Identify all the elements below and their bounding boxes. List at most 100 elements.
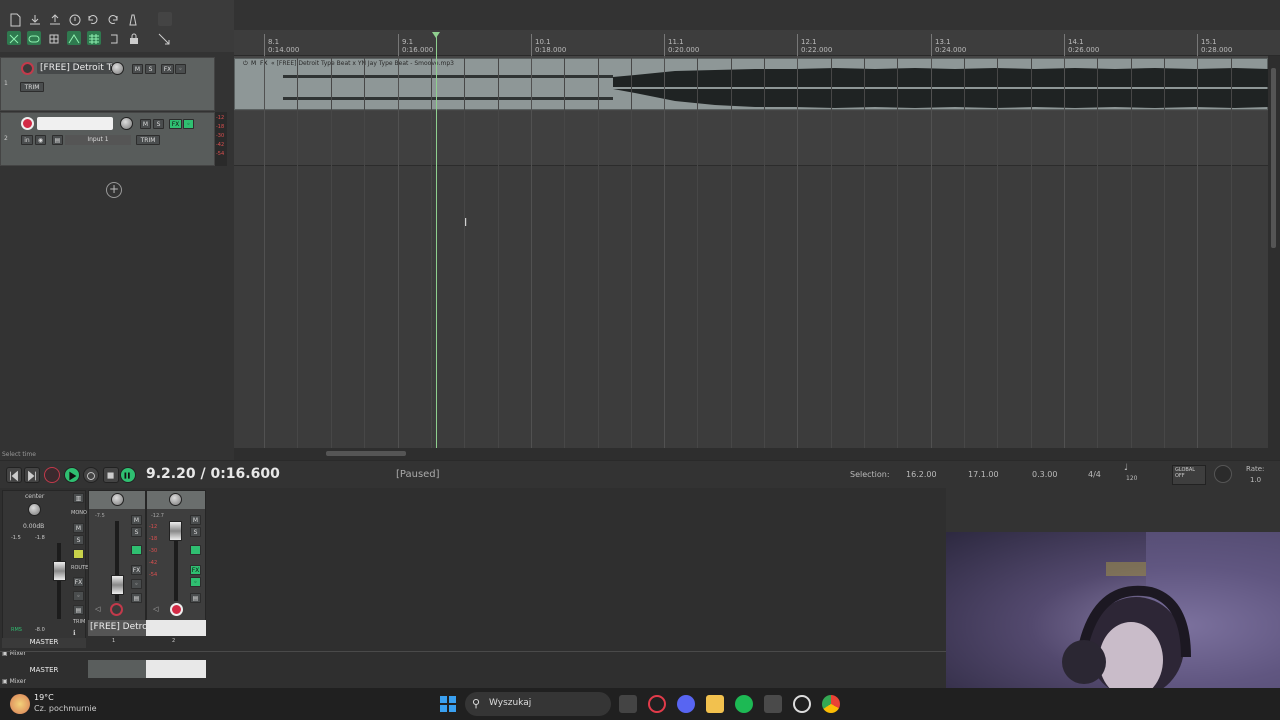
master-trim-button[interactable]: TRIM	[73, 619, 85, 625]
auto-crossfade-icon[interactable]	[67, 31, 81, 45]
metronome-icon[interactable]	[126, 12, 140, 26]
grouping-icon[interactable]	[27, 31, 41, 45]
fx-button[interactable]: FX	[169, 119, 182, 129]
track-header-2[interactable]: 2 M S FX ◦ in ◉ ▤ Input 1 TRIM	[0, 112, 215, 166]
weather-desc[interactable]: Cz. pochmurnie	[34, 704, 97, 713]
selection-start[interactable]: 16.2.00	[906, 470, 937, 479]
open-project-icon[interactable]	[28, 12, 42, 26]
input-monitor-button[interactable]: in	[21, 135, 33, 145]
record-button[interactable]	[44, 467, 60, 483]
solo-button[interactable]: S	[145, 64, 156, 74]
strip-mute-button[interactable]: M	[190, 515, 201, 525]
timeline-ruler[interactable]: 8.1 0:14.000 9.1 0:16.000 10.1 0:18.000 11.…	[234, 30, 1280, 56]
play-button[interactable]	[64, 467, 80, 483]
pause-button[interactable]	[120, 467, 136, 483]
task-view-icon[interactable]	[619, 695, 637, 713]
route-button[interactable]: ROUTE	[71, 565, 88, 571]
go-to-end-icon[interactable]	[24, 467, 40, 483]
envelope-tool-icon[interactable]	[157, 31, 171, 45]
weather-temp[interactable]: 19°C	[34, 693, 54, 702]
trim-button[interactable]: TRIM	[20, 82, 44, 92]
taskbar-search[interactable]: ⚲ Wyszukaj	[465, 692, 611, 716]
strip-record-arm[interactable]	[170, 603, 183, 616]
arrange-view[interactable]: ⏻ M FX « [FREE] Detroit Type Beat x YN J…	[234, 56, 1268, 448]
master-env-button[interactable]	[73, 549, 84, 559]
strip-env-button[interactable]	[131, 545, 142, 555]
repeat-icon[interactable]	[83, 467, 99, 483]
strip-fx-button[interactable]: FX	[190, 565, 201, 575]
scroll-thumb[interactable]	[326, 451, 406, 456]
chrome-icon[interactable]	[822, 695, 840, 713]
strip-solo-button[interactable]: S	[190, 527, 201, 537]
mono-button[interactable]: MONO	[71, 510, 87, 516]
track-header-1[interactable]: 1 [FREE] Detroit Typ M S FX ◦ TRIM	[0, 57, 215, 111]
input-select[interactable]: Input 1	[65, 135, 131, 145]
track-name[interactable]: [FREE] Detroit Typ	[37, 62, 113, 74]
horizontal-scrollbar[interactable]	[234, 448, 1280, 460]
fx-bypass-button[interactable]: ◦	[175, 64, 186, 74]
spotify-icon[interactable]	[735, 695, 753, 713]
strip-record-arm[interactable]	[110, 603, 123, 616]
master-fader[interactable]	[53, 561, 66, 581]
ripple-edit-icon[interactable]	[7, 31, 21, 45]
loop-icon[interactable]	[107, 31, 121, 45]
time-signature[interactable]: 4/4	[1088, 470, 1101, 479]
strip-env-button[interactable]	[190, 545, 201, 555]
volume-knob[interactable]	[111, 62, 124, 75]
project-settings-icon[interactable]	[68, 12, 82, 26]
snap-grid-icon[interactable]	[87, 31, 101, 45]
track-name-input[interactable]	[37, 117, 113, 130]
strip-fx-bypass[interactable]: ◦	[190, 577, 201, 587]
selection-end[interactable]: 17.1.00	[968, 470, 999, 479]
strip-fader[interactable]	[169, 521, 182, 541]
fx-bypass-button[interactable]: ◦	[183, 119, 194, 129]
selection-length[interactable]: 0.3.00	[1032, 470, 1057, 479]
add-track-icon[interactable]: +	[106, 182, 122, 198]
master-fader-track[interactable]	[57, 543, 61, 619]
bpm-value[interactable]: 120	[1126, 475, 1137, 482]
position-display[interactable]: 9.2.20 / 0:16.600	[146, 466, 280, 482]
scroll-thumb[interactable]	[1271, 68, 1276, 248]
playhead[interactable]	[436, 36, 437, 448]
mixer-tab-lower[interactable]: ▣ Mixer	[2, 678, 26, 685]
strip-mute-button[interactable]: M	[131, 515, 142, 525]
master-fx-button[interactable]: FX	[73, 577, 84, 587]
track-lane-1[interactable]: ⏻ M FX « [FREE] Detroit Type Beat x YN J…	[234, 56, 1268, 111]
strip-trim-icon[interactable]: ▤	[131, 593, 142, 603]
vertical-scrollbar[interactable]	[1268, 56, 1280, 448]
stop-button[interactable]	[103, 467, 119, 483]
strip-fx-bypass[interactable]: ◦	[131, 579, 142, 589]
save-project-icon[interactable]	[48, 12, 62, 26]
strip-pan-knob[interactable]	[111, 493, 124, 506]
fx-button[interactable]: FX	[161, 64, 174, 74]
discord-icon[interactable]	[677, 695, 695, 713]
monitor-icon[interactable]: ◉	[35, 135, 46, 145]
strip-fx-button[interactable]: FX	[131, 565, 142, 575]
windows-start-icon[interactable]	[439, 695, 457, 713]
file-explorer-icon[interactable]	[706, 695, 724, 713]
trim-button[interactable]: TRIM	[136, 135, 160, 145]
go-to-start-icon[interactable]	[6, 467, 22, 483]
info-icon[interactable]: ℹ	[73, 629, 76, 637]
weather-icon[interactable]	[10, 694, 30, 714]
audio-item[interactable]: ⏻ M FX « [FREE] Detroit Type Beat x YN J…	[234, 58, 1268, 110]
midi-input-icon[interactable]: ▤	[52, 135, 63, 145]
master-fx-bypass[interactable]: ◦	[73, 591, 84, 601]
track-lane-2[interactable]	[234, 111, 1268, 166]
solo-button[interactable]: S	[153, 119, 164, 129]
master-mute-button[interactable]: M	[73, 523, 84, 533]
reaper-icon[interactable]	[764, 695, 782, 713]
record-arm-button[interactable]	[21, 117, 34, 130]
volume-knob[interactable]	[120, 117, 133, 130]
opera-icon[interactable]	[648, 695, 666, 713]
master-io-icon[interactable]: ▥	[73, 493, 84, 503]
lock-icon[interactable]	[127, 31, 141, 45]
item-lock-icon[interactable]	[47, 31, 61, 45]
mute-button[interactable]: M	[132, 64, 143, 74]
playrate-knob[interactable]	[1214, 465, 1232, 483]
strip-solo-button[interactable]: S	[131, 527, 142, 537]
global-automation-button[interactable]: GLOBAL OFF	[1172, 465, 1206, 485]
strip-2-name[interactable]	[146, 620, 206, 636]
steam-icon[interactable]	[793, 695, 811, 713]
rate-value[interactable]: 1.0	[1250, 476, 1261, 484]
